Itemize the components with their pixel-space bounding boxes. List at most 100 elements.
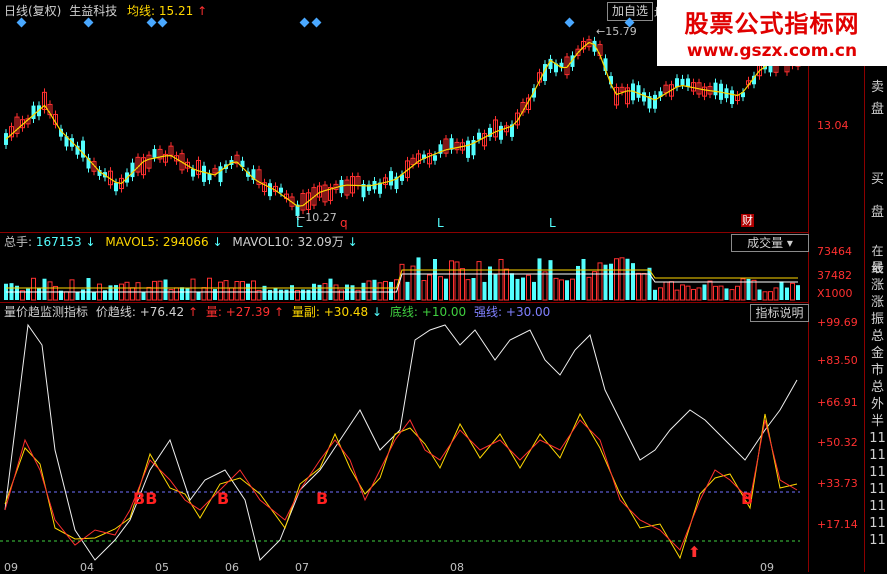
bottom-label: 底线: xyxy=(389,305,418,319)
side-tab-buy-panel[interactable]: 盘 xyxy=(868,203,887,222)
volume-bar-up xyxy=(47,281,53,301)
buy-signal-b: BB xyxy=(133,489,158,508)
volume-bar-down xyxy=(279,289,283,300)
volume-bar-down xyxy=(405,281,410,300)
side-tab-sell[interactable]: 卖 xyxy=(868,78,887,97)
marker-q: q xyxy=(340,216,348,230)
volume-bar-up xyxy=(658,287,663,301)
volume-bar-down xyxy=(779,281,784,300)
volume-bar-up xyxy=(229,287,234,301)
volume-bar-up xyxy=(146,286,152,301)
volume-bar-up xyxy=(460,268,465,301)
volume-bar-down xyxy=(92,291,96,300)
indicator-name: 量价趋监测指标 xyxy=(4,305,89,319)
indicator-header: 量价趋监测指标 价趋线: +76.42 ↑ 量: +27.39 ↑ 量副: +3… xyxy=(4,304,550,320)
indicator-axis-tick: +66.91 xyxy=(817,396,858,409)
volume-bar-up xyxy=(218,281,223,301)
candle-down xyxy=(268,183,272,197)
mavol10-label: MAVOL10: xyxy=(232,235,294,249)
volume-axis-tick: 37482 xyxy=(817,269,852,282)
volume-bar-down xyxy=(796,285,800,300)
marker-l-2: L xyxy=(437,216,444,230)
volume-bar-up xyxy=(168,289,174,301)
volume-bar-down xyxy=(42,278,47,300)
volume-bar-down xyxy=(757,289,762,300)
volume-bar-down xyxy=(532,281,536,300)
down-arrow-icon: ↓ xyxy=(347,235,358,249)
down-arrow-icon: ↓ xyxy=(372,305,383,319)
volume-bar-up xyxy=(570,278,575,301)
volume-bar-down xyxy=(86,278,91,300)
volume-line xyxy=(4,419,798,551)
volume-indicator-button[interactable]: 成交量 ▾ xyxy=(731,234,809,252)
volume-bar-up xyxy=(526,274,531,301)
volume-bar-down xyxy=(26,288,30,300)
volume-axis-tick: 73464 xyxy=(817,245,852,258)
volume-bar-down xyxy=(444,278,448,300)
volume-bar-up xyxy=(685,285,691,301)
volume-bar-up xyxy=(729,289,735,301)
side-quote-label: 市 xyxy=(870,363,884,378)
candle-down xyxy=(653,94,657,109)
volume-bar-down xyxy=(609,263,613,300)
candle-down xyxy=(279,187,283,193)
side-tab-buy[interactable]: 买 xyxy=(868,170,887,189)
indicator-axis-tick: +50.32 xyxy=(817,436,858,449)
side-tab-sell-panel[interactable]: 盘 xyxy=(868,100,887,119)
marker-l-1: L xyxy=(296,216,303,230)
volume-bar-up xyxy=(636,272,641,301)
volume-bar-up xyxy=(31,277,36,301)
indicator-axis-tick: +83.50 xyxy=(817,354,858,367)
candle-down xyxy=(477,132,481,140)
candle-down xyxy=(389,171,393,186)
volume-bar-up xyxy=(201,287,207,301)
volume-bar-down xyxy=(185,288,190,300)
mavol5-label: MAVOL5: xyxy=(105,235,160,249)
volume-bar-down xyxy=(372,279,377,300)
side-quote-label: 总 xyxy=(870,329,884,344)
side-quote-label: 总 xyxy=(870,380,884,395)
trend-label: 价趋线: xyxy=(95,305,136,319)
volume-bar-down xyxy=(565,280,569,300)
trend-line xyxy=(4,323,798,561)
volume-bar-up xyxy=(762,291,768,301)
volume-bar-down xyxy=(268,289,272,300)
down-arrow-icon: ↓ xyxy=(85,235,96,249)
candle-down xyxy=(191,168,195,177)
vol-label: 量: xyxy=(205,305,222,319)
side-quote-label: 振 xyxy=(870,312,884,327)
volume-bar-down xyxy=(537,258,542,300)
candle-down xyxy=(675,78,679,88)
volume-bar-up xyxy=(696,287,702,301)
volume-bar-down xyxy=(785,287,789,300)
volume-bar-down xyxy=(482,281,487,300)
panel-divider xyxy=(0,302,808,303)
volume-bar-up xyxy=(597,262,603,301)
volume-bar-down xyxy=(576,265,580,300)
mavol10-value: 32.09万 xyxy=(297,235,344,249)
indicator-chart xyxy=(0,323,800,561)
candle-down xyxy=(713,82,718,96)
volume-bar-up xyxy=(152,280,157,301)
volume-bar-up xyxy=(130,287,135,301)
volume-bar-down xyxy=(581,258,586,300)
candle-down xyxy=(499,125,503,140)
side-quote-label: 涨 xyxy=(870,278,884,293)
volume-bar-up xyxy=(669,281,674,301)
up-arrow-icon: ↑ xyxy=(273,305,285,319)
buy-signal-b: B xyxy=(741,489,754,508)
volume-bar-down xyxy=(631,263,635,300)
volume-bar-down xyxy=(213,289,217,300)
volume-bar-down xyxy=(196,291,201,300)
volume-bar-up xyxy=(586,276,592,301)
volume-bar-up xyxy=(421,280,427,301)
side-quote-label: 11 xyxy=(869,516,886,531)
financial-report-badge[interactable]: 财 xyxy=(741,214,754,227)
indicator-help-button[interactable]: 指标说明 xyxy=(750,304,809,322)
indicator-axis-tick: +17.14 xyxy=(817,518,858,531)
volume-header: 总手: 167153 ↓ MAVOL5: 294066 ↓ MAVOL10: 3… xyxy=(4,234,358,250)
panel-divider xyxy=(0,232,808,233)
up-arrow-icon: ⬆ xyxy=(688,543,701,561)
side-quote-label: 11 xyxy=(869,533,886,548)
volume-bar-up xyxy=(339,289,344,301)
